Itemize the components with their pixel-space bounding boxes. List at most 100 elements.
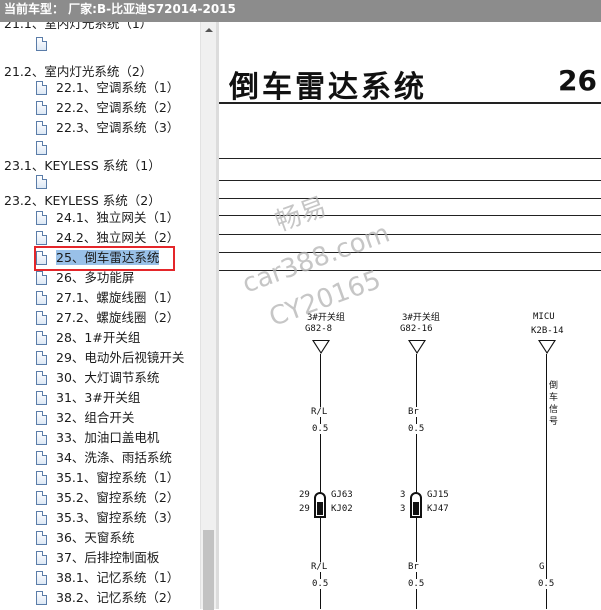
- document-icon: [36, 175, 47, 189]
- pin-number: 3: [400, 490, 406, 500]
- document-icon: [36, 311, 47, 325]
- rule-line: [219, 198, 601, 199]
- connector-id: KJ02: [331, 504, 353, 514]
- document-icon: [36, 211, 47, 225]
- wire-size: 0.5: [538, 579, 555, 589]
- wire-size: 0.5: [408, 424, 425, 434]
- scroll-up-arrow-icon[interactable]: [201, 22, 216, 38]
- scroll-thumb[interactable]: [203, 530, 214, 610]
- tree-leaf[interactable]: 38.1、记忆系统（1）: [36, 568, 179, 588]
- tree-leaf[interactable]: 28、1#开关组: [36, 328, 140, 348]
- document-icon: [36, 451, 47, 465]
- inline-connector-icon: [410, 492, 422, 518]
- tree-leaf[interactable]: 38.2、记忆系统（2）: [36, 588, 179, 608]
- diagram-title: 倒车雷达系统: [229, 70, 427, 105]
- wire-size: 0.5: [408, 579, 425, 589]
- document-icon: [36, 491, 47, 505]
- document-icon: [36, 291, 47, 305]
- document-icon: [36, 231, 47, 245]
- wire-size: 0.5: [312, 579, 329, 589]
- signal-label: 倒车信号: [549, 381, 559, 427]
- pin-label: G82-16: [400, 324, 433, 334]
- document-icon: [36, 271, 47, 285]
- tree-leaf[interactable]: 36、天窗系统: [36, 528, 134, 548]
- document-icon: [36, 371, 47, 385]
- pin-label: G82-8: [305, 324, 333, 334]
- toc-tree: 21.1、室内灯光系统（1） 21.2、室内灯光系统（2） 22.1、空调系统（…: [0, 22, 216, 609]
- pin-number: 3: [400, 504, 406, 514]
- document-icon: [36, 571, 47, 585]
- document-icon: [36, 351, 47, 365]
- window-title: 当前车型： 厂家:B-比亚迪S72014-2015: [4, 2, 236, 16]
- source-label: 3#开关组: [402, 313, 440, 323]
- source-label: 3#开关组: [307, 313, 345, 323]
- tree-item[interactable]: 23.1、KEYLESS 系统（1）: [4, 156, 161, 176]
- diagram-page-number: 26: [558, 64, 597, 97]
- document-icon: [36, 591, 47, 605]
- pin-number: 29: [299, 504, 310, 514]
- watermark-text: 畅易: [271, 191, 331, 238]
- tree-scrollbar[interactable]: [200, 22, 216, 610]
- connector-id: KJ47: [427, 504, 449, 514]
- tree-leaf[interactable]: 30、大灯调节系统: [36, 368, 159, 388]
- tree-leaf[interactable]: 22.3、空调系统（3）: [36, 118, 179, 138]
- rule-line: [219, 158, 601, 159]
- document-icon: [36, 411, 47, 425]
- document-icon: [36, 101, 47, 115]
- wire-color: Br: [408, 407, 419, 417]
- document-icon: [36, 431, 47, 445]
- tree-leaf[interactable]: 31、3#开关组: [36, 388, 140, 408]
- document-icon: [36, 391, 47, 405]
- document-icon: [36, 471, 47, 485]
- title-rule: [219, 102, 601, 104]
- tree-leaf[interactable]: [36, 138, 56, 158]
- wire-color: G: [539, 562, 545, 572]
- pin-label: K2B-14: [531, 326, 564, 336]
- tree-leaf[interactable]: 37、后排控制面板: [36, 548, 159, 568]
- wire-color: R/L: [311, 407, 328, 417]
- selection-highlight-box: [34, 246, 175, 271]
- wire-color: R/L: [311, 562, 328, 572]
- connector-id: GJ15: [427, 490, 449, 500]
- tree-leaf[interactable]: 24.2、独立网关（2）: [36, 228, 179, 248]
- inline-connector-icon: [314, 492, 326, 518]
- tree-leaf[interactable]: 27.2、螺旋线圈（2）: [36, 308, 179, 328]
- document-icon: [36, 531, 47, 545]
- tree-leaf[interactable]: 26、多功能屏: [36, 268, 134, 288]
- document-icon: [36, 141, 47, 155]
- tree-leaf[interactable]: 32、组合开关: [36, 408, 134, 428]
- rule-line: [219, 252, 601, 253]
- tree-leaf[interactable]: 33、加油口盖电机: [36, 428, 159, 448]
- connector-triangle-icon: [312, 340, 330, 354]
- tree-leaf[interactable]: 27.1、螺旋线圈（1）: [36, 288, 179, 308]
- tree-leaf[interactable]: 22.2、空调系统（2）: [36, 98, 179, 118]
- tree-leaf[interactable]: 29、电动外后视镜开关: [36, 348, 184, 368]
- wire-color: Br: [408, 562, 419, 572]
- wire-line: [546, 354, 547, 609]
- connector-id: GJ63: [331, 490, 353, 500]
- document-icon: [36, 81, 47, 95]
- diagram-viewer: 倒车雷达系统 26 畅易 car388.com CY20165 3#开关组 G8…: [219, 22, 601, 609]
- tree-leaf[interactable]: 22.1、空调系统（1）: [36, 78, 179, 98]
- connector-triangle-icon: [538, 340, 556, 354]
- tree-leaf[interactable]: 35.1、窗控系统（1）: [36, 468, 179, 488]
- tree-leaf[interactable]: 35.3、窗控系统（3）: [36, 508, 179, 528]
- document-icon: [36, 551, 47, 565]
- wire-size: 0.5: [312, 424, 329, 434]
- tree-leaf[interactable]: 34、洗涤、雨括系统: [36, 448, 172, 468]
- document-icon: [36, 121, 47, 135]
- tree-leaf[interactable]: 35.2、窗控系统（2）: [36, 488, 179, 508]
- pin-number: 29: [299, 490, 310, 500]
- source-label: MICU: [533, 312, 555, 322]
- tree-leaf[interactable]: [36, 34, 56, 54]
- connector-triangle-icon: [408, 340, 426, 354]
- rule-line: [219, 180, 601, 181]
- tree-leaf[interactable]: 24.1、独立网关（1）: [36, 208, 179, 228]
- window-title-bar: 当前车型： 厂家:B-比亚迪S72014-2015: [0, 0, 601, 22]
- document-icon: [36, 331, 47, 345]
- tree-leaf[interactable]: [36, 172, 56, 192]
- rule-line: [219, 234, 601, 235]
- document-icon: [36, 37, 47, 51]
- tree-item[interactable]: 21.1、室内灯光系统（1）: [4, 22, 152, 34]
- document-icon: [36, 511, 47, 525]
